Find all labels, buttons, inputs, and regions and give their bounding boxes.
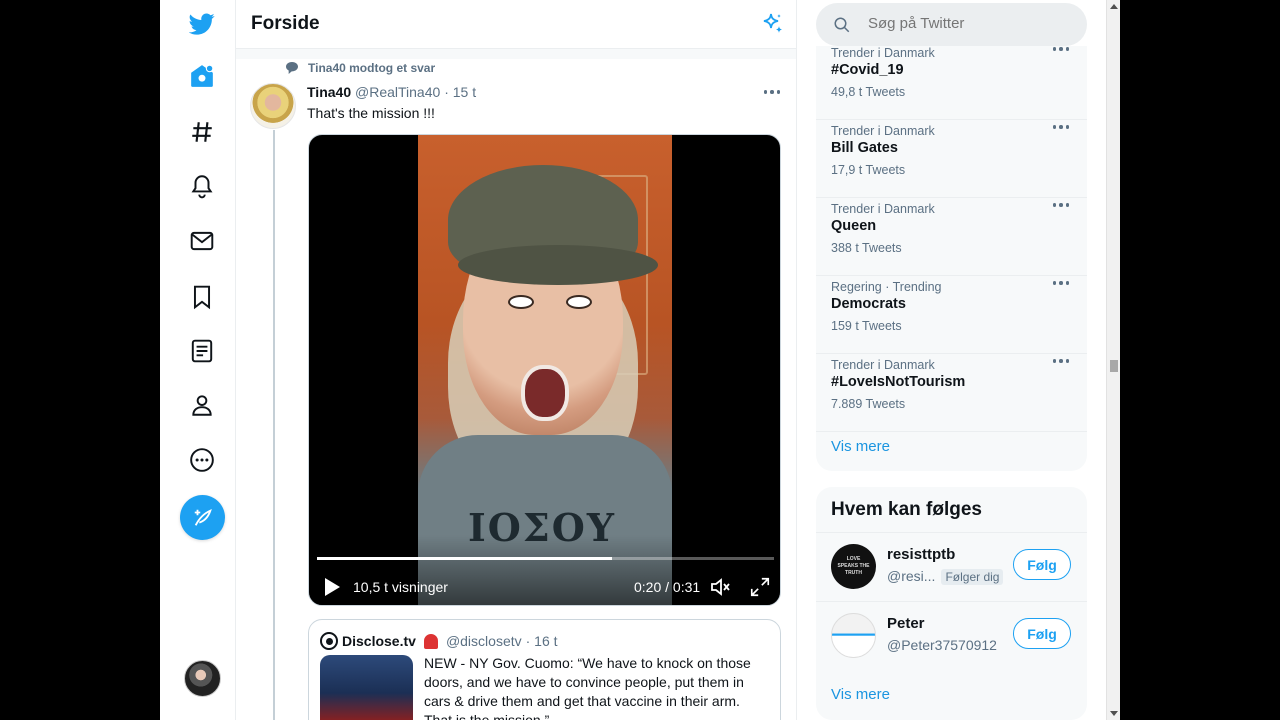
right-sidebar: Trender i Danmark #Covid_19 49,8 t Tweet…: [816, 0, 1096, 720]
follows-you-badge: Følger dig: [941, 569, 1004, 585]
follow-avatar[interactable]: [831, 613, 876, 658]
trend-count: 7.889 Tweets: [831, 397, 906, 411]
trend-context: Regering · Trending: [831, 280, 942, 294]
video-views: 10,5 t visninger: [353, 579, 448, 595]
scrollbar-thumb[interactable]: [1110, 360, 1118, 372]
trend-title: #Covid_19: [831, 62, 904, 78]
search-box[interactable]: [816, 3, 1087, 46]
left-navigation: [160, 0, 236, 720]
quoted-time[interactable]: · 16 t: [526, 633, 558, 649]
search-input[interactable]: [868, 15, 1068, 32]
trend-context: Trender i Danmark: [831, 358, 935, 372]
tweet-author-handle[interactable]: @RealTina40: [355, 84, 440, 100]
trends-panel: Trender i Danmark #Covid_19 49,8 t Tweet…: [816, 46, 1087, 471]
trend-item[interactable]: Trender i Danmark Bill Gates 17,9 t Twee…: [816, 120, 1087, 198]
trend-context: Trender i Danmark: [831, 202, 935, 216]
twitter-logo-icon[interactable]: [181, 3, 223, 45]
tweet-more-icon[interactable]: [762, 87, 782, 97]
trends-show-more-link[interactable]: Vis mere: [831, 438, 890, 455]
disclose-logo-icon: [320, 632, 338, 650]
trend-item[interactable]: Trender i Danmark #LoveIsNotTourism 7.88…: [816, 354, 1087, 432]
sparkle-top-tweets-icon[interactable]: [760, 12, 784, 36]
quoted-tweet-text: NEW - NY Gov. Cuomo: “We have to knock o…: [424, 655, 751, 720]
video-player[interactable]: ΙΟΣΟΥ 10,5 t visninger 0:20 / 0:31: [308, 134, 781, 606]
feather-plus-icon: [194, 508, 212, 526]
trend-count: 159 t Tweets: [831, 319, 902, 333]
trend-more-icon[interactable]: [1051, 278, 1071, 288]
profile-icon[interactable]: [181, 384, 223, 426]
trend-context: Trender i Danmark: [831, 124, 935, 138]
video-time: 0:20 / 0:31: [634, 579, 701, 595]
bookmarks-icon[interactable]: [181, 276, 223, 318]
trend-context: Trender i Danmark: [831, 46, 935, 60]
trend-title: #LoveIsNotTourism: [831, 374, 966, 390]
trend-title: Democrats: [831, 296, 906, 312]
trend-count: 388 t Tweets: [831, 241, 902, 255]
lists-icon[interactable]: [181, 330, 223, 372]
trend-item[interactable]: Trender i Danmark #Covid_19 49,8 t Tweet…: [816, 42, 1087, 120]
trend-item[interactable]: Trender i Danmark Queen 388 t Tweets: [816, 198, 1087, 276]
who-to-follow-title: Hvem kan følges: [831, 499, 982, 520]
tweet-header: Tina40 @RealTina40 · 15 t: [307, 84, 476, 100]
messages-envelope-icon[interactable]: [181, 220, 223, 262]
video-progress-bar[interactable]: [317, 557, 774, 560]
thread-line: [273, 130, 275, 720]
trend-more-icon[interactable]: [1051, 122, 1071, 132]
twitter-page: Forside Tina40 modtog et svar Tina40 @Re…: [160, 0, 1120, 720]
play-icon[interactable]: [323, 577, 341, 597]
follow-suggestion[interactable]: LOVE SPEAKS THE TRUTH resisttptb @resi..…: [816, 532, 1087, 601]
feed-separator: [236, 49, 796, 59]
tweet-context-line: Tina40 modtog et svar: [284, 60, 435, 76]
scroll-up-arrow-icon[interactable]: [1110, 4, 1118, 9]
trend-title: Bill Gates: [831, 140, 898, 156]
follow-name[interactable]: resisttptb: [887, 546, 955, 563]
context-text[interactable]: Tina40 modtog et svar: [308, 61, 435, 75]
follow-suggestion[interactable]: Peter @Peter37570912 Følg: [816, 601, 1087, 670]
trend-more-icon[interactable]: [1051, 200, 1071, 210]
fullscreen-icon[interactable]: [749, 576, 771, 598]
tweet-text: That's the mission !!!: [307, 105, 435, 121]
follow-name[interactable]: Peter: [887, 615, 925, 632]
explore-hashtag-icon[interactable]: [181, 111, 223, 153]
quoted-author-name[interactable]: Disclose.tv: [342, 633, 416, 649]
page-scrollbar[interactable]: [1106, 0, 1120, 720]
follow-button[interactable]: Følg: [1013, 618, 1071, 649]
trend-more-icon[interactable]: [1051, 44, 1071, 54]
search-icon: [834, 17, 850, 33]
follow-show-more-link[interactable]: Vis mere: [831, 686, 890, 703]
quoted-tweet-image[interactable]: [320, 655, 413, 720]
tweet-time[interactable]: · 15 t: [444, 84, 476, 100]
siren-emoji-icon: [423, 633, 438, 649]
follow-handle: @resi...: [887, 568, 936, 584]
trend-title: Queen: [831, 218, 877, 234]
quoted-tweet-header: Disclose.tv @disclosetv · 16 t: [320, 632, 558, 650]
follow-button[interactable]: Følg: [1013, 549, 1071, 580]
trend-item[interactable]: Regering · Trending Democrats 159 t Twee…: [816, 276, 1087, 354]
who-to-follow-panel: Hvem kan følges LOVE SPEAKS THE TRUTH re…: [816, 487, 1087, 720]
feed-header: Forside: [236, 0, 796, 49]
home-feed: Forside Tina40 modtog et svar Tina40 @Re…: [235, 0, 797, 720]
quoted-author-handle[interactable]: @disclosetv: [446, 633, 522, 649]
trend-count: 17,9 t Tweets: [831, 163, 906, 177]
home-icon[interactable]: [181, 55, 223, 97]
account-avatar[interactable]: [184, 660, 221, 697]
compose-tweet-button[interactable]: [180, 495, 225, 540]
follow-handle-line: @resi... Følger dig: [887, 568, 1004, 585]
scroll-down-arrow-icon[interactable]: [1110, 711, 1118, 716]
volume-muted-icon[interactable]: [709, 575, 733, 599]
trend-count: 49,8 t Tweets: [831, 85, 906, 99]
quoted-tweet[interactable]: Disclose.tv @disclosetv · 16 t NEW - NY …: [308, 619, 781, 720]
tweet-author-avatar[interactable]: [250, 83, 296, 129]
reply-bubble-icon: [286, 62, 298, 74]
page-title: Forside: [251, 13, 320, 34]
follow-avatar[interactable]: LOVE SPEAKS THE TRUTH: [831, 544, 876, 589]
follow-handle: @Peter37570912: [887, 637, 997, 653]
video-controls: 10,5 t visninger 0:20 / 0:31: [309, 571, 780, 601]
notifications-bell-icon[interactable]: [181, 165, 223, 207]
tweet-author-name[interactable]: Tina40: [307, 84, 351, 100]
more-options-icon[interactable]: [181, 439, 223, 481]
video-progress-fill: [317, 557, 612, 560]
trend-more-icon[interactable]: [1051, 356, 1071, 366]
